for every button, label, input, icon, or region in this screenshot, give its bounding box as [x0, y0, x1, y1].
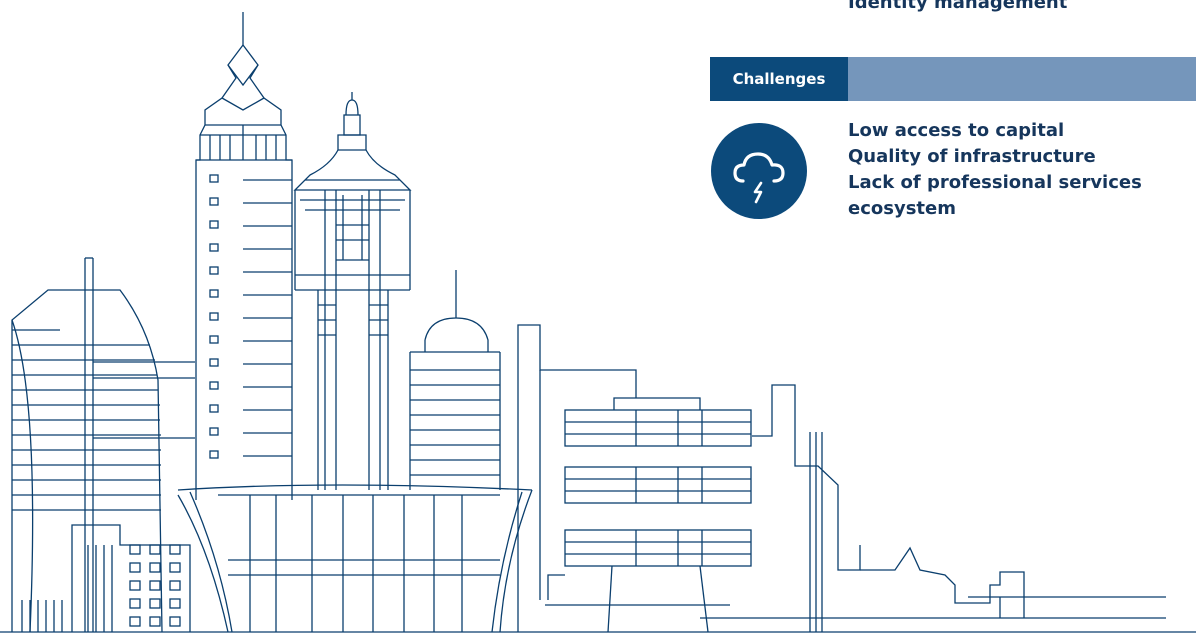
list-item: Lack of professional services	[848, 172, 1142, 193]
cloud-lightning-icon	[711, 123, 807, 219]
section-label: Challenges	[710, 57, 848, 101]
content-panel: Identity management Challenges Low acces…	[710, 0, 1196, 260]
list-item: Quality of infrastructure	[848, 146, 1096, 167]
list-item: ecosystem	[848, 198, 956, 219]
previous-item-text: Identity management	[848, 0, 1068, 13]
challenges-list: Low access to capital Quality of infrast…	[848, 118, 1142, 222]
list-item: Low access to capital	[848, 120, 1065, 141]
section-header-bar: Challenges	[710, 57, 1196, 101]
